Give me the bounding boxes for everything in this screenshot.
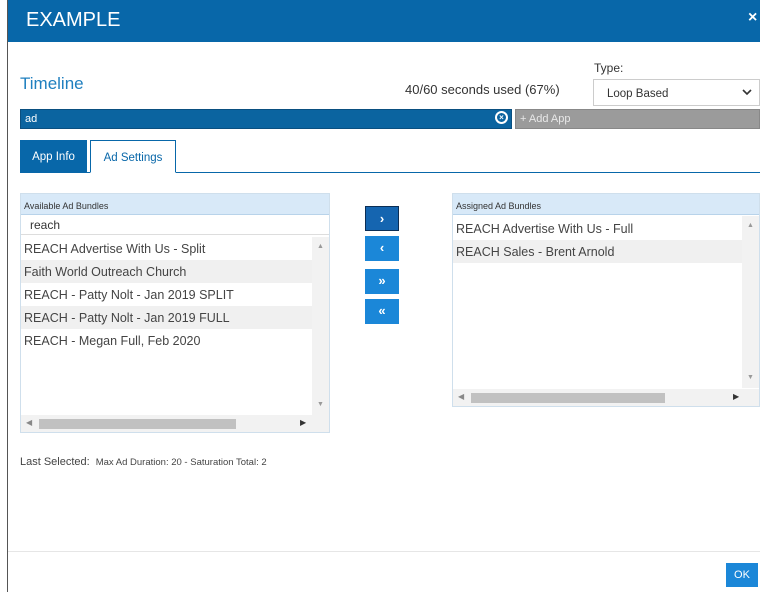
assigned-ad-bundles-panel: Assigned Ad Bundles REACH Advertise With… — [452, 193, 760, 407]
last-selected-detail: Max Ad Duration: 20 - Saturation Total: … — [95, 457, 267, 468]
type-select[interactable]: Loop Based — [593, 79, 760, 106]
move-left-button[interactable]: ‹ — [365, 236, 399, 261]
assigned-panel-header: Assigned Ad Bundles — [453, 194, 759, 215]
scroll-down-icon[interactable]: ▼ — [317, 401, 324, 408]
horizontal-scrollbar[interactable]: ◀ ▶ — [453, 389, 759, 406]
scroll-down-icon[interactable]: ▼ — [747, 374, 754, 381]
scroll-right-icon[interactable]: ▶ — [300, 418, 306, 427]
list-item[interactable]: REACH Advertise With Us - Full — [453, 217, 742, 240]
scroll-right-icon[interactable]: ▶ — [733, 392, 739, 401]
chevron-down-icon — [742, 87, 752, 100]
double-chevron-left-icon: « — [378, 303, 386, 318]
type-select-value: Loop Based — [607, 88, 669, 100]
search-input[interactable]: ad × — [20, 109, 512, 129]
dialog-title: EXAMPLE — [26, 9, 121, 31]
list-item[interactable]: REACH - Patty Nolt - Jan 2019 FULL — [21, 306, 312, 329]
available-panel-header: Available Ad Bundles — [21, 194, 329, 215]
list-item[interactable]: REACH - Megan Full, Feb 2020 — [21, 329, 312, 352]
chevron-left-icon: ‹ — [379, 240, 385, 255]
dialog-border — [7, 0, 8, 592]
list-item[interactable]: REACH Advertise With Us - Split — [21, 237, 312, 260]
list-item[interactable]: REACH Sales - Brent Arnold — [453, 240, 742, 263]
type-label: Type: — [594, 61, 624, 75]
clear-circle-icon[interactable]: × — [495, 111, 508, 124]
chevron-right-icon: › — [379, 211, 385, 226]
vertical-scrollbar[interactable]: ▲ ▼ — [742, 216, 759, 388]
last-selected-label: Last Selected: — [20, 456, 90, 468]
scroll-left-icon[interactable]: ◀ — [458, 392, 464, 401]
horizontal-scrollbar[interactable]: ◀ ▶ — [21, 415, 329, 432]
list-item[interactable]: REACH - Patty Nolt - Jan 2019 SPLIT — [21, 283, 312, 306]
tab-app-info[interactable]: App Info — [20, 140, 87, 173]
scrollbar-thumb[interactable] — [471, 393, 665, 403]
ok-button[interactable]: OK — [726, 563, 758, 587]
timeline-heading: Timeline — [20, 74, 84, 93]
double-chevron-right-icon: » — [378, 273, 386, 288]
last-selected-info: Last Selected: Max Ad Duration: 20 - Satu… — [20, 456, 267, 468]
title-bar: EXAMPLE × — [8, 0, 760, 42]
tab-ad-settings[interactable]: Ad Settings — [90, 140, 176, 173]
search-input-value: ad — [25, 113, 38, 125]
list-item[interactable]: Faith World Outreach Church — [21, 260, 312, 283]
move-all-left-button[interactable]: « — [365, 299, 399, 324]
footer-divider — [8, 551, 760, 552]
move-all-right-button[interactable]: » — [365, 269, 399, 294]
vertical-scrollbar[interactable]: ▲ ▼ — [312, 237, 329, 415]
dialog: EXAMPLE × Timeline 40/60 seconds used (6… — [0, 0, 760, 592]
available-filter-input[interactable]: reach — [21, 215, 329, 235]
scroll-up-icon[interactable]: ▲ — [317, 243, 324, 250]
scrollbar-thumb[interactable] — [39, 419, 236, 429]
add-app-button[interactable]: + Add App — [515, 109, 760, 129]
available-ad-bundles-panel: Available Ad Bundles reach REACH Adverti… — [20, 193, 330, 433]
scroll-up-icon[interactable]: ▲ — [747, 222, 754, 229]
scroll-left-icon[interactable]: ◀ — [26, 418, 32, 427]
move-right-button[interactable]: › — [365, 206, 399, 231]
close-icon[interactable]: × — [748, 9, 760, 27]
seconds-used-text: 40/60 seconds used (67%) — [405, 82, 560, 97]
